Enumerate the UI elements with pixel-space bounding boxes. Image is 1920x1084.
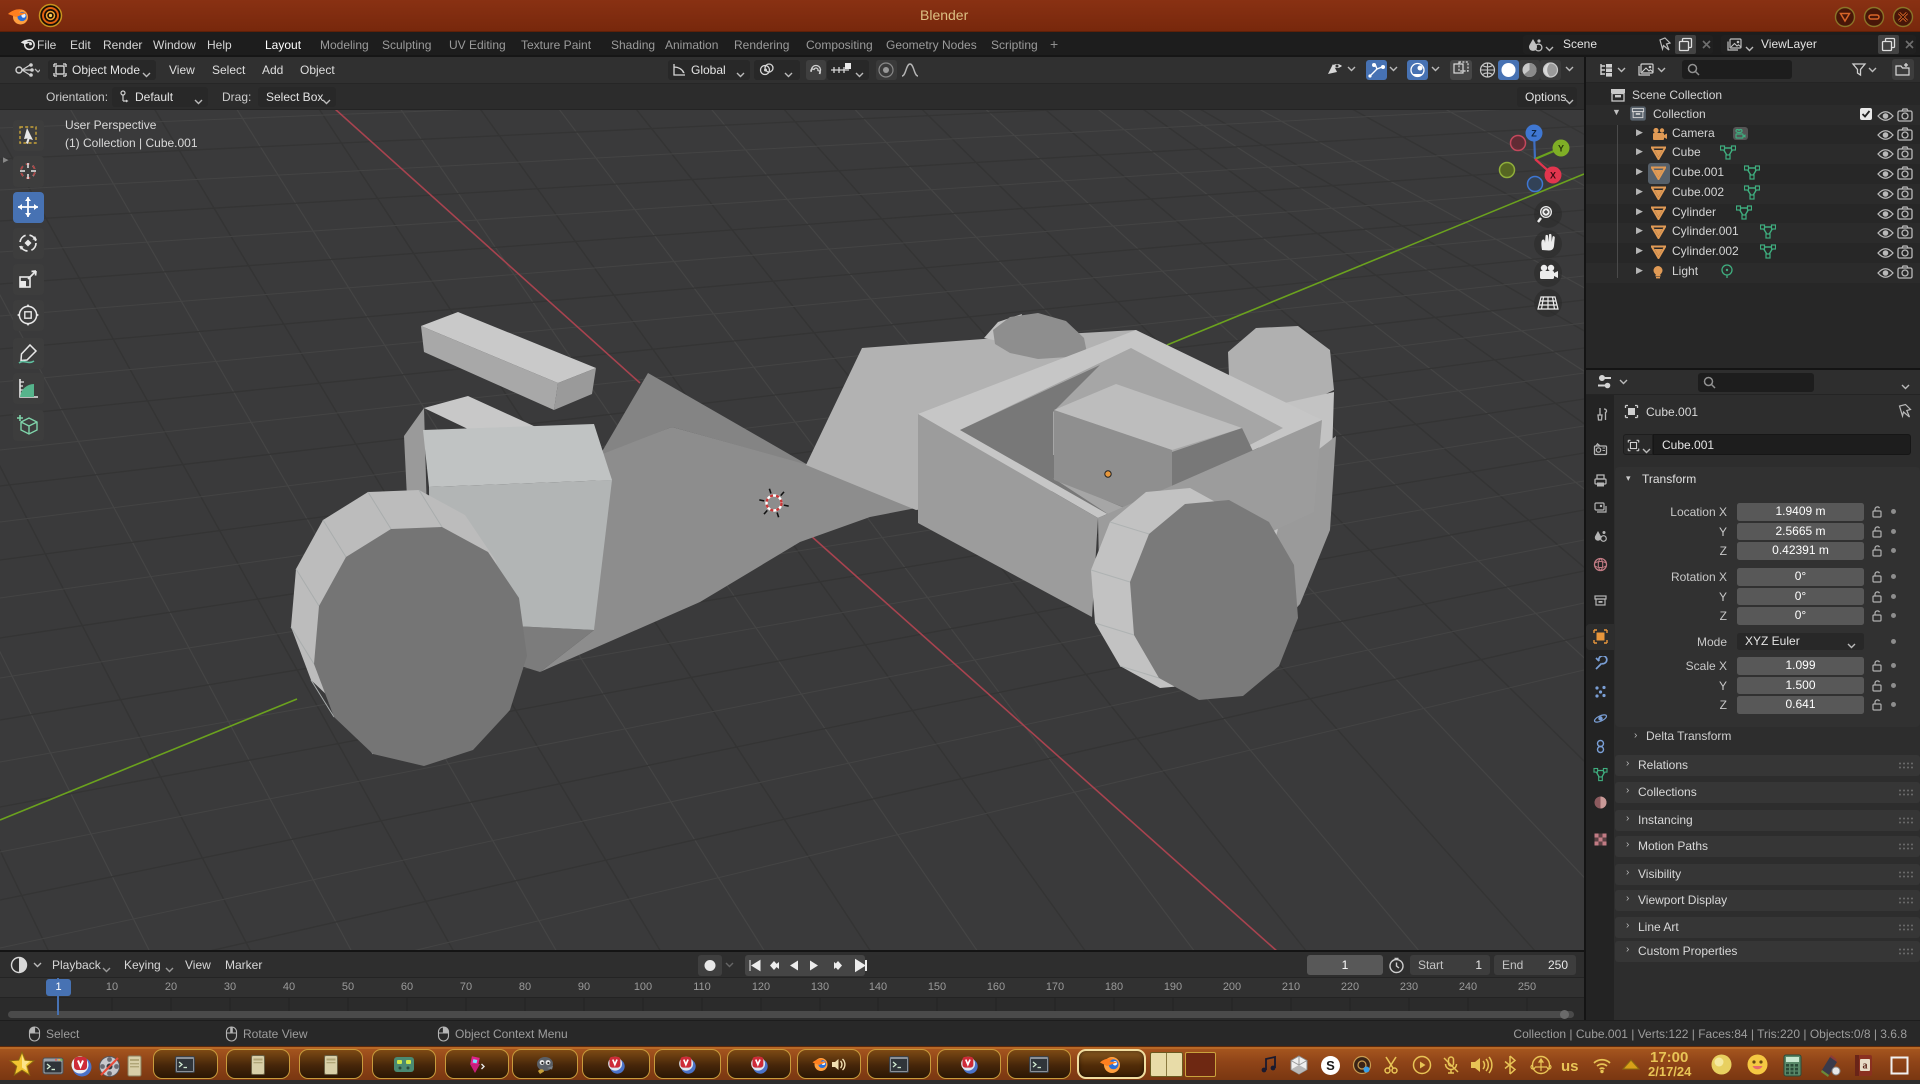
svg-text:Y: Y [1558,144,1564,154]
svg-text:Z: Z [1531,129,1537,139]
svg-text:X: X [1550,171,1556,181]
svg-text:a: a [1863,1061,1868,1072]
svg-text:S: S [1326,1058,1335,1073]
